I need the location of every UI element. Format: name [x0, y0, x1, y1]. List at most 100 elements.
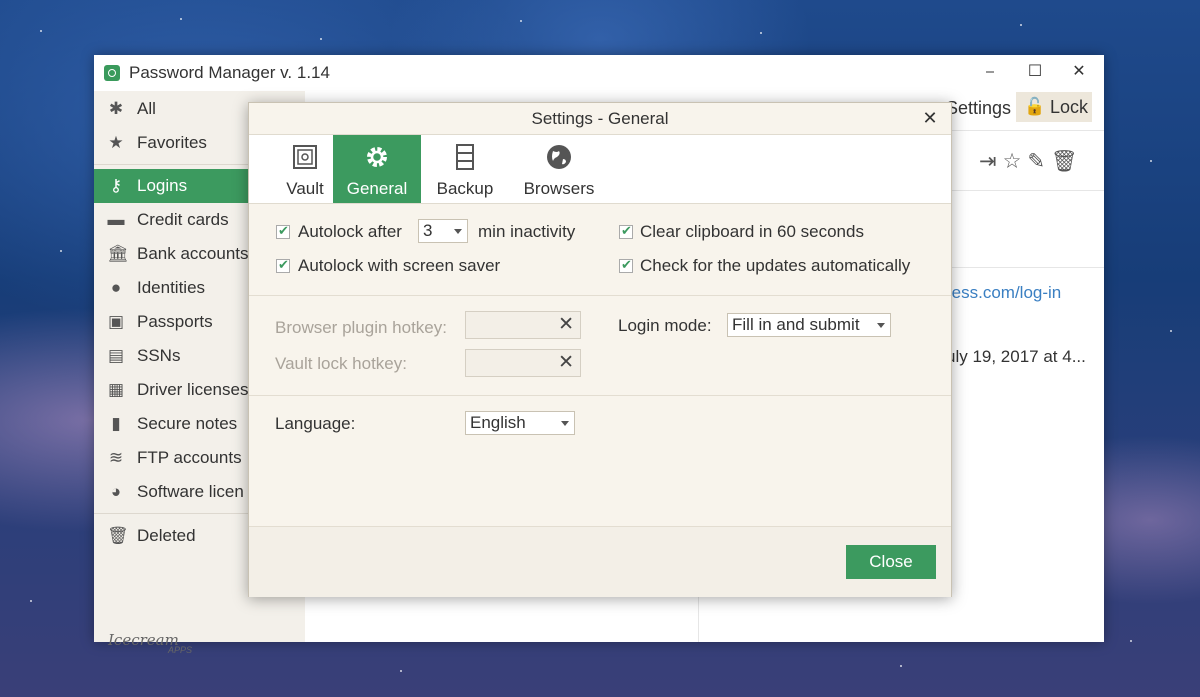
sidebar-item-label: Software licen [137, 482, 244, 501]
star-decoration [900, 665, 902, 667]
login-mode-label: Login mode: [618, 316, 712, 335]
star-decoration [1150, 160, 1152, 162]
globe-icon [547, 145, 571, 169]
star-decoration [60, 250, 62, 252]
star-decoration [1170, 330, 1172, 332]
id-card-icon: ▦ [107, 380, 125, 399]
settings-tabs: Vault General Backup Browsers [249, 134, 951, 204]
screensaver-checkbox[interactable] [276, 257, 290, 273]
section-divider [249, 295, 951, 296]
person-icon: ● [110, 278, 122, 297]
star-decoration [760, 32, 762, 34]
clipboard-checkbox[interactable] [619, 223, 633, 239]
language-value: English [470, 413, 526, 432]
tab-backup[interactable]: Backup [431, 135, 499, 203]
clipboard-label: Clear clipboard in 60 seconds [640, 222, 864, 241]
close-window-button[interactable]: ✕ [1059, 59, 1099, 85]
star-decoration [400, 670, 402, 672]
updates-checkbox[interactable] [619, 257, 633, 273]
sidebar-item-label: Bank accounts [137, 244, 249, 263]
sidebar-item-label: FTP accounts [137, 448, 242, 467]
sidebar-item-label: SSNs [137, 346, 181, 365]
section-divider [249, 395, 951, 396]
minimize-button[interactable]: ⎯ [970, 59, 1010, 85]
title-bar[interactable]: Password Manager v. 1.14 ⎯ ☐ ✕ [94, 55, 1104, 91]
dialog-footer: Close [249, 526, 951, 597]
autolock-checkbox[interactable] [276, 223, 290, 239]
favorite-star-icon[interactable]: ☆ [1003, 150, 1028, 173]
settings-button[interactable]: Settings [946, 98, 1011, 119]
autolock-minutes-select[interactable]: 3 [418, 219, 468, 243]
edit-pencil-icon[interactable]: ✎ [1027, 150, 1051, 173]
login-mode-value: Fill in and submit [732, 315, 860, 334]
star-icon: ★ [108, 133, 124, 152]
vault-hotkey-field[interactable]: ✕ [465, 349, 581, 377]
tab-label: Backup [436, 179, 494, 198]
asterisk-icon: ✱ [108, 99, 124, 118]
sidebar-item-label: Logins [137, 176, 188, 195]
tab-label: General [346, 179, 408, 198]
close-icon[interactable]: ✕ [919, 107, 941, 129]
note-icon: ▮ [111, 414, 121, 433]
sidebar-item-label: Driver licenses [137, 380, 249, 399]
key-icon: ⚷ [109, 176, 123, 195]
tab-general[interactable]: General [333, 135, 421, 203]
brand-logo: Icecream APPS [108, 631, 192, 655]
screensaver-label: Autolock with screen saver [298, 256, 501, 275]
star-decoration [40, 30, 42, 32]
close-button[interactable]: Close [846, 545, 936, 579]
tab-browsers[interactable]: Browsers [519, 135, 599, 203]
sidebar-item-label: All [137, 99, 156, 118]
cabinet-icon [456, 144, 474, 170]
brand-sub: APPS [168, 645, 193, 655]
vault-hotkey-label: Vault lock hotkey: [275, 354, 407, 373]
chevron-down-icon [561, 421, 569, 426]
vault-icon [293, 145, 317, 169]
autolock-label: Autolock after [298, 222, 402, 241]
maximize-button[interactable]: ☐ [1015, 59, 1055, 85]
sidebar-item-label: Secure notes [137, 414, 238, 433]
login-icon[interactable]: ⇥ [979, 150, 1003, 173]
tab-label: Browsers [523, 179, 595, 198]
sidebar-item-label: Passports [137, 312, 213, 331]
passport-icon: ▣ [107, 312, 125, 331]
language-select[interactable]: English [465, 411, 575, 435]
language-label: Language: [275, 414, 356, 433]
settings-dialog: Settings - General ✕ Vault General Backu… [248, 102, 952, 597]
clear-icon[interactable]: ✕ [558, 351, 574, 374]
app-logo-icon [104, 65, 120, 81]
login-mode-select[interactable]: Fill in and submit [727, 313, 891, 337]
gear-icon [367, 147, 387, 167]
disc-icon: ◕ [110, 482, 122, 501]
star-decoration [180, 18, 182, 20]
sidebar-item-label: Identities [137, 278, 206, 297]
app-title: Password Manager v. 1.14 [129, 63, 330, 82]
chevron-down-icon [877, 323, 885, 328]
plugin-hotkey-label: Browser plugin hotkey: [275, 318, 447, 337]
lock-icon: 🔓 [1024, 97, 1046, 116]
plugin-hotkey-field[interactable]: ✕ [465, 311, 581, 339]
entry-toolbar: ⇥☆✎🗑 [979, 149, 1084, 174]
bank-icon: 🏛 [107, 244, 129, 263]
star-decoration [320, 38, 322, 40]
delete-trash-icon[interactable]: 🗑 [1051, 150, 1084, 173]
entry-date: uly 19, 2017 at 4... [946, 347, 1086, 366]
autolock-minutes-value: 3 [423, 221, 433, 240]
clear-icon[interactable]: ✕ [558, 313, 574, 336]
entry-url-link[interactable]: ress.com/log-in [946, 283, 1061, 303]
sidebar-item-label: Deleted [137, 526, 196, 545]
credit-card-icon: ▬ [107, 210, 125, 229]
star-decoration [30, 600, 32, 602]
trash-icon: 🗑 [107, 526, 129, 545]
lock-button[interactable]: 🔓 Lock [1016, 92, 1092, 122]
chevron-down-icon [454, 229, 462, 234]
autolock-suffix: min inactivity [478, 222, 576, 241]
ssn-icon: ▤ [107, 346, 125, 365]
database-icon: ≋ [108, 448, 124, 467]
star-decoration [1130, 640, 1132, 642]
lock-label: Lock [1050, 97, 1089, 117]
updates-label: Check for the updates automatically [640, 256, 911, 275]
sidebar-item-label: Credit cards [137, 210, 229, 229]
star-decoration [1020, 24, 1022, 26]
dialog-title: Settings - General [531, 109, 669, 128]
